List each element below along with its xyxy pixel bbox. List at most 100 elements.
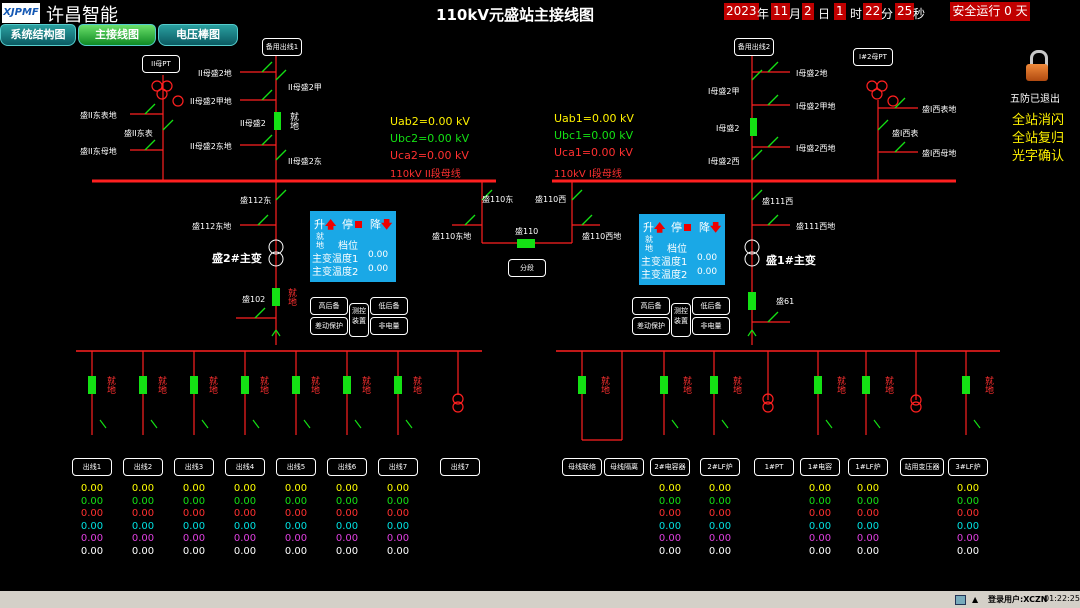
meas-value: 0.00 [808, 483, 832, 494]
non-elec-left[interactable]: 非电量 [370, 317, 408, 335]
onsite-label: 就地 [360, 376, 370, 394]
meas-value: 0.00 [335, 545, 359, 557]
panel-t1v-right: 0.00 [697, 253, 718, 263]
tap-panel-right: 升🡅 停 降🡇 就地 档位 主变温度1 0.00 主变温度2 0.00 [639, 214, 725, 285]
feeder-7[interactable]: 出线7 [378, 458, 418, 476]
lf-furnace-3[interactable]: 3#LF炉 [948, 458, 988, 476]
meas-value: 0.00 [708, 483, 732, 494]
monitor-icon [955, 595, 966, 605]
lv-backup-right[interactable]: 低后备 [692, 297, 730, 315]
spare-line-2[interactable]: 备用出线2 [734, 38, 774, 56]
meas-value: 0.00 [956, 545, 980, 557]
diff-prot-right[interactable]: 差动保护 [632, 317, 670, 335]
meas-value: 0.00 [658, 483, 682, 494]
meas-value: 0.00 [808, 520, 832, 532]
onsite-label: 就地 [411, 376, 421, 394]
meas-value: 0.00 [658, 533, 682, 544]
meas-value: 0.00 [182, 483, 206, 494]
left-uab: Uab2=0.00 kV [390, 115, 470, 128]
feeder-1[interactable]: 出线1 [72, 458, 112, 476]
capacitor-1[interactable]: 1#电容 [800, 458, 840, 476]
meas-value: 0.00 [131, 508, 155, 519]
meas-value: 0.00 [956, 508, 980, 519]
section-button[interactable]: 分段 [508, 259, 546, 277]
tap-stop-right[interactable]: 停 [671, 221, 682, 234]
meas-value: 0.00 [708, 508, 732, 519]
feeder-4[interactable]: 出线4 [225, 458, 265, 476]
onsite-label: 就地 [599, 376, 609, 394]
feeder-2[interactable]: 出线2 [123, 458, 163, 476]
hv-backup-left[interactable]: 高后备 [310, 297, 348, 315]
left-ubc: Ubc2=0.00 kV [390, 132, 470, 145]
lbl-r-sw2: I母盛2甲 [708, 87, 740, 96]
onsite-label: 就地 [835, 376, 845, 394]
diff-prot-left[interactable]: 差动保护 [310, 317, 348, 335]
non-elec-right[interactable]: 非电量 [692, 317, 730, 335]
pt2-box[interactable]: II母PT [142, 55, 180, 73]
meas-value: 0.00 [658, 545, 682, 557]
mc-device-left[interactable]: 测控装置 [349, 303, 369, 337]
meas-value: 0.00 [658, 520, 682, 532]
tap-down-left[interactable]: 降 [370, 218, 381, 231]
station-transformer[interactable]: 站用变压器 [900, 458, 944, 476]
feeder-3[interactable]: 出线3 [174, 458, 214, 476]
meas-value: 0.00 [80, 533, 104, 544]
meas-value: 0.00 [182, 533, 206, 544]
light-confirm-button[interactable]: 光字确认 [1012, 145, 1064, 164]
lf-furnace-2[interactable]: 2#LF炉 [700, 458, 740, 476]
meas-value: 0.00 [80, 495, 104, 507]
feeder-5[interactable]: 出线5 [276, 458, 316, 476]
lbl-l-onsite-top: 就地 [288, 112, 298, 130]
lf-furnace-1[interactable]: 1#LF炉 [848, 458, 888, 476]
meas-value: 0.00 [856, 483, 880, 494]
meas-value: 0.00 [808, 495, 832, 507]
onsite-label: 就地 [156, 376, 166, 394]
lbl-l-pt2: 盛II东表 [124, 129, 153, 138]
tray-arrow-icon: ▲ [972, 595, 979, 604]
capacitor-2[interactable]: 2#电容器 [650, 458, 690, 476]
onsite-label: 就地 [309, 376, 319, 394]
meas-value: 0.00 [233, 545, 257, 557]
lock-icon[interactable] [1026, 50, 1048, 82]
feeder-7b[interactable]: 出线7 [440, 458, 480, 476]
panel-t2-right: 主变温度2 [641, 270, 688, 281]
tap-stop-left[interactable]: 停 [342, 218, 353, 231]
lbl-r-sw3: I母盛2甲地 [796, 102, 836, 111]
meas-value: 0.00 [284, 483, 308, 494]
meas-value: 0.00 [131, 483, 155, 494]
meas-value: 0.00 [386, 533, 410, 544]
spare-line-1[interactable]: 备用出线1 [262, 38, 302, 56]
meas-value: 0.00 [708, 495, 732, 507]
hv-backup-right[interactable]: 高后备 [632, 297, 670, 315]
lbl-l-sw3: II母盛2甲地 [190, 97, 232, 106]
lbl-l-sw4: II母盛2 [240, 119, 266, 128]
panel-t2-left: 主变温度2 [312, 267, 359, 278]
meas-value: 0.00 [182, 545, 206, 557]
meas-value: 0.00 [233, 520, 257, 532]
lv-backup-left[interactable]: 低后备 [370, 297, 408, 315]
meas-value: 0.00 [856, 520, 880, 532]
panel-t2v-left: 0.00 [368, 264, 389, 274]
mc-device-right[interactable]: 测控装置 [671, 303, 691, 337]
pt-1[interactable]: 1#PT [754, 458, 794, 476]
meas-value: 0.00 [856, 545, 880, 557]
lbl-r-pt1: 盛I西表地 [922, 105, 957, 114]
lbl-l-pt3: 盛II东母地 [80, 147, 117, 156]
tap-down-right[interactable]: 降 [699, 221, 710, 234]
panel-t1v-left: 0.00 [368, 250, 389, 260]
clock: 01:22:25 [1044, 594, 1080, 603]
reset-all-button[interactable]: 全站复归 [1012, 127, 1064, 146]
tap-up-left[interactable]: 升 [314, 218, 325, 231]
meas-value: 0.00 [708, 533, 732, 544]
tap-up-right[interactable]: 升 [643, 221, 654, 234]
right-ubc: Ubc1=0.00 kV [554, 129, 634, 142]
lbl-l-112: 盛112东 [240, 196, 272, 205]
onsite-label: 就地 [105, 376, 115, 394]
clear-flash-button[interactable]: 全站消闪 [1012, 109, 1064, 128]
bus-tie[interactable]: 母线联络 [562, 458, 602, 476]
bus-isolator[interactable]: 母线隔离 [604, 458, 644, 476]
lbl-m-110: 盛110 [515, 227, 539, 236]
pt1-box[interactable]: I#2母PT [853, 48, 893, 66]
left-uca: Uca2=0.00 kV [390, 149, 469, 162]
feeder-6[interactable]: 出线6 [327, 458, 367, 476]
